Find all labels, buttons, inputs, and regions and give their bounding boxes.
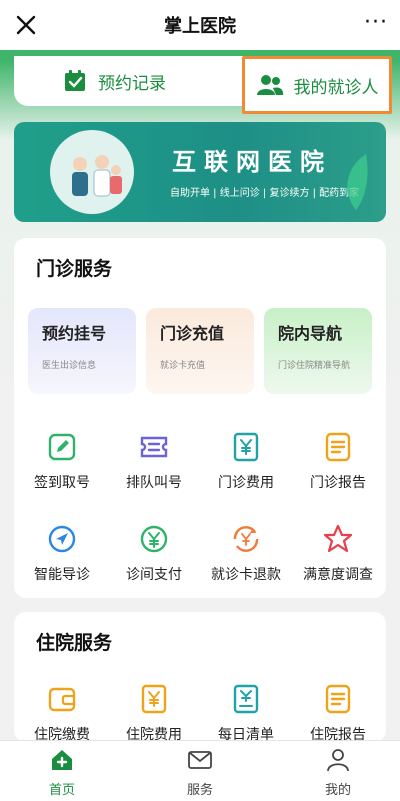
item-label: 满意度调查 [303, 567, 373, 583]
user-icon [327, 749, 349, 772]
inpatient-report-item[interactable]: 住院报告 [292, 682, 384, 742]
inpatient-payment-item[interactable]: 住院缴费 [16, 682, 108, 742]
star-icon [323, 524, 353, 553]
compass-icon [48, 525, 76, 553]
doctors-illustration [50, 130, 134, 214]
outpatient-fees-item[interactable]: 门诊费用 [200, 430, 292, 492]
calendar-check-icon [65, 70, 85, 91]
refund-icon [233, 526, 259, 552]
appointment-booking-tile[interactable]: 预约挂号 医生出诊信息 [28, 308, 136, 394]
tile-subtitle: 门诊住院精准导航 [278, 361, 351, 371]
bottom-nav: 首页 服务 我的 [0, 740, 400, 801]
smart-triage-item[interactable]: 智能导诊 [16, 522, 108, 584]
title-bar: 掌上医院 ··· [0, 0, 400, 50]
outpatient-report-item[interactable]: 门诊报告 [292, 430, 384, 492]
nav-label: 服务 [186, 783, 213, 798]
daily-list-item[interactable]: 每日清单 [200, 682, 292, 742]
inpatient-fees-item[interactable]: 住院费用 [108, 682, 200, 742]
nav-label: 首页 [48, 783, 75, 798]
hospital-navigation-tile[interactable]: 院内导航 门诊住院精准导航 [264, 308, 372, 394]
home-icon [52, 750, 72, 770]
card-refund-item[interactable]: 就诊卡退款 [200, 522, 292, 584]
checkin-ticket-item[interactable]: 签到取号 [16, 430, 108, 492]
item-label: 智能导诊 [34, 567, 90, 583]
item-label: 就诊卡退款 [211, 567, 281, 583]
internet-hospital-banner[interactable]: 互联网医院 自助开单 | 线上问诊 | 复诊续方 | 配药到家 [14, 122, 386, 222]
yuan-list-icon [233, 684, 259, 714]
item-label: 排队叫号 [126, 475, 182, 491]
nav-label: 我的 [324, 783, 351, 798]
nav-home[interactable]: 首页 [22, 747, 102, 798]
records-tab-card: 预约记录 我的就诊人 [14, 56, 392, 114]
clinic-payment-item[interactable]: 诊间支付 [108, 522, 200, 584]
queue-call-item[interactable]: 排队叫号 [108, 430, 200, 492]
leaf-decoration-icon [347, 154, 368, 210]
yuan-doc-icon [141, 684, 167, 714]
more-menu-icon[interactable]: ··· [364, 12, 388, 34]
page-title: 掌上医院 [164, 16, 236, 37]
outpatient-heading: 门诊服务 [36, 258, 113, 280]
tile-title: 预约挂号 [42, 324, 107, 343]
tab-label: 我的就诊人 [293, 77, 379, 98]
edit-icon [48, 433, 76, 461]
close-icon[interactable] [12, 11, 40, 39]
tile-subtitle: 就诊卡充值 [160, 361, 206, 371]
nav-services[interactable]: 服务 [160, 747, 240, 798]
ticket-icon [140, 436, 168, 458]
mail-icon [188, 751, 212, 769]
inpatient-services-card: 住院服务 住院缴费 住院费用 每日清单 住院报告 [14, 612, 386, 742]
item-label: 签到取号 [34, 475, 90, 491]
tab-label: 预约记录 [98, 73, 166, 94]
outpatient-topup-tile[interactable]: 门诊充值 就诊卡充值 [146, 308, 254, 394]
nav-profile[interactable]: 我的 [298, 747, 378, 798]
item-label: 诊间支付 [126, 567, 182, 583]
satisfaction-survey-item[interactable]: 满意度调查 [292, 522, 384, 584]
tab-appointment-records[interactable]: 预约记录 [14, 56, 214, 106]
item-label: 门诊费用 [218, 475, 274, 491]
report-icon [325, 432, 351, 462]
inpatient-heading: 住院服务 [36, 632, 113, 654]
users-icon [256, 75, 283, 95]
report-icon [325, 684, 351, 714]
tile-title: 门诊充值 [160, 324, 225, 343]
yuan-circle-icon [140, 525, 168, 553]
item-label: 门诊报告 [310, 475, 366, 491]
outpatient-services-card: 门诊服务 预约挂号 医生出诊信息 门诊充值 就诊卡充值 院内导航 门诊住院精准导… [14, 238, 386, 598]
tile-subtitle: 医生出诊信息 [42, 361, 97, 371]
banner-subtitle: 自助开单 | 线上问诊 | 复诊续方 | 配药到家 [170, 188, 360, 199]
tile-title: 院内导航 [278, 324, 343, 343]
wallet-icon [48, 687, 76, 712]
banner-title: 互联网医院 [172, 148, 332, 176]
tab-my-patients[interactable]: 我的就诊人 [242, 56, 392, 114]
yuan-doc-icon [233, 432, 259, 462]
